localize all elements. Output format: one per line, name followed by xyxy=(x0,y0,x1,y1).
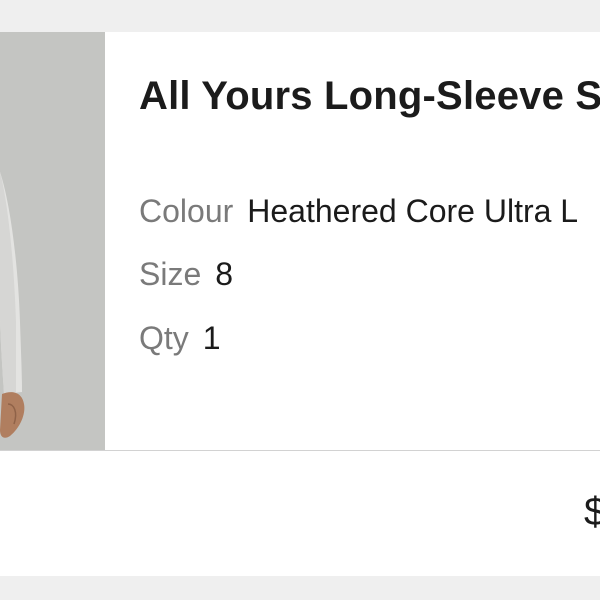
top-page-background xyxy=(0,0,600,32)
colour-label: Colour xyxy=(139,193,234,229)
size-label: Size xyxy=(139,256,202,292)
bottom-page-background xyxy=(0,576,600,600)
size-value: 8 xyxy=(215,256,234,292)
size-attribute: Size 8 xyxy=(139,256,233,293)
qty-label: Qty xyxy=(139,320,189,356)
product-photo-icon xyxy=(0,32,105,450)
colour-attribute: Colour Heathered Core Ultra L xyxy=(139,193,578,230)
product-price: $ xyxy=(584,490,600,534)
product-thumbnail[interactable] xyxy=(0,32,105,450)
qty-value: 1 xyxy=(202,320,221,356)
colour-value: Heathered Core Ultra L xyxy=(247,193,579,229)
price-row xyxy=(0,451,600,576)
product-title[interactable]: All Yours Long-Sleeve S xyxy=(139,74,600,119)
qty-attribute: Qty 1 xyxy=(139,320,221,357)
